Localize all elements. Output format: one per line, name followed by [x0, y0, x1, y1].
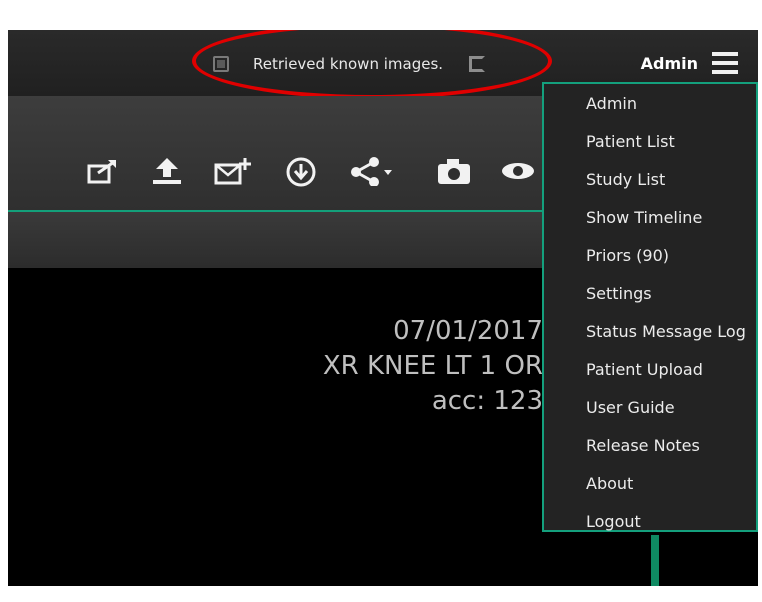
eye-icon[interactable] — [500, 156, 536, 192]
menu-item-patient-list[interactable]: Patient List — [586, 132, 675, 151]
study-description: XR KNEE LT 1 OR — [322, 351, 543, 381]
email-icon[interactable] — [214, 156, 252, 192]
menu-item-settings[interactable]: Settings — [586, 284, 652, 303]
viewport-border — [651, 535, 659, 586]
menu-item-show-timeline[interactable]: Show Timeline — [586, 208, 702, 227]
menu-item-user-guide[interactable]: User Guide — [586, 398, 675, 417]
export-icon[interactable] — [86, 156, 120, 192]
menu-item-admin[interactable]: Admin — [586, 94, 637, 113]
download-icon[interactable] — [284, 156, 318, 192]
study-overlay: 07/01/2017 XR KNEE LT 1 OR acc: 123 — [8, 314, 543, 419]
menu-item-priors[interactable]: Priors (90) — [586, 246, 669, 265]
hamburger-menu-icon[interactable] — [712, 52, 738, 74]
menu-item-status-message-log[interactable]: Status Message Log — [586, 322, 746, 341]
status-icon — [213, 56, 229, 72]
viewer-app: Retrieved known images. Admin 07/01/2017… — [8, 30, 758, 586]
menu-item-study-list[interactable]: Study List — [586, 170, 665, 189]
study-date: 07/01/2017 — [393, 316, 543, 346]
menu-item-patient-upload[interactable]: Patient Upload — [586, 360, 703, 379]
refresh-icon[interactable] — [469, 56, 486, 72]
menu-item-release-notes[interactable]: Release Notes — [586, 436, 700, 455]
user-dropdown-menu: Admin Patient List Study List Show Timel… — [542, 82, 758, 532]
user-name: Admin — [640, 54, 698, 73]
menu-item-logout[interactable]: Logout — [586, 512, 641, 531]
menu-item-about[interactable]: About — [586, 474, 633, 493]
status-message: Retrieved known images. — [253, 55, 444, 73]
accession-number: acc: 123 — [431, 386, 543, 416]
status-bar: Retrieved known images. — [213, 52, 486, 76]
share-icon[interactable] — [348, 156, 396, 192]
upload-icon[interactable] — [150, 156, 184, 192]
camera-icon[interactable] — [436, 156, 472, 192]
